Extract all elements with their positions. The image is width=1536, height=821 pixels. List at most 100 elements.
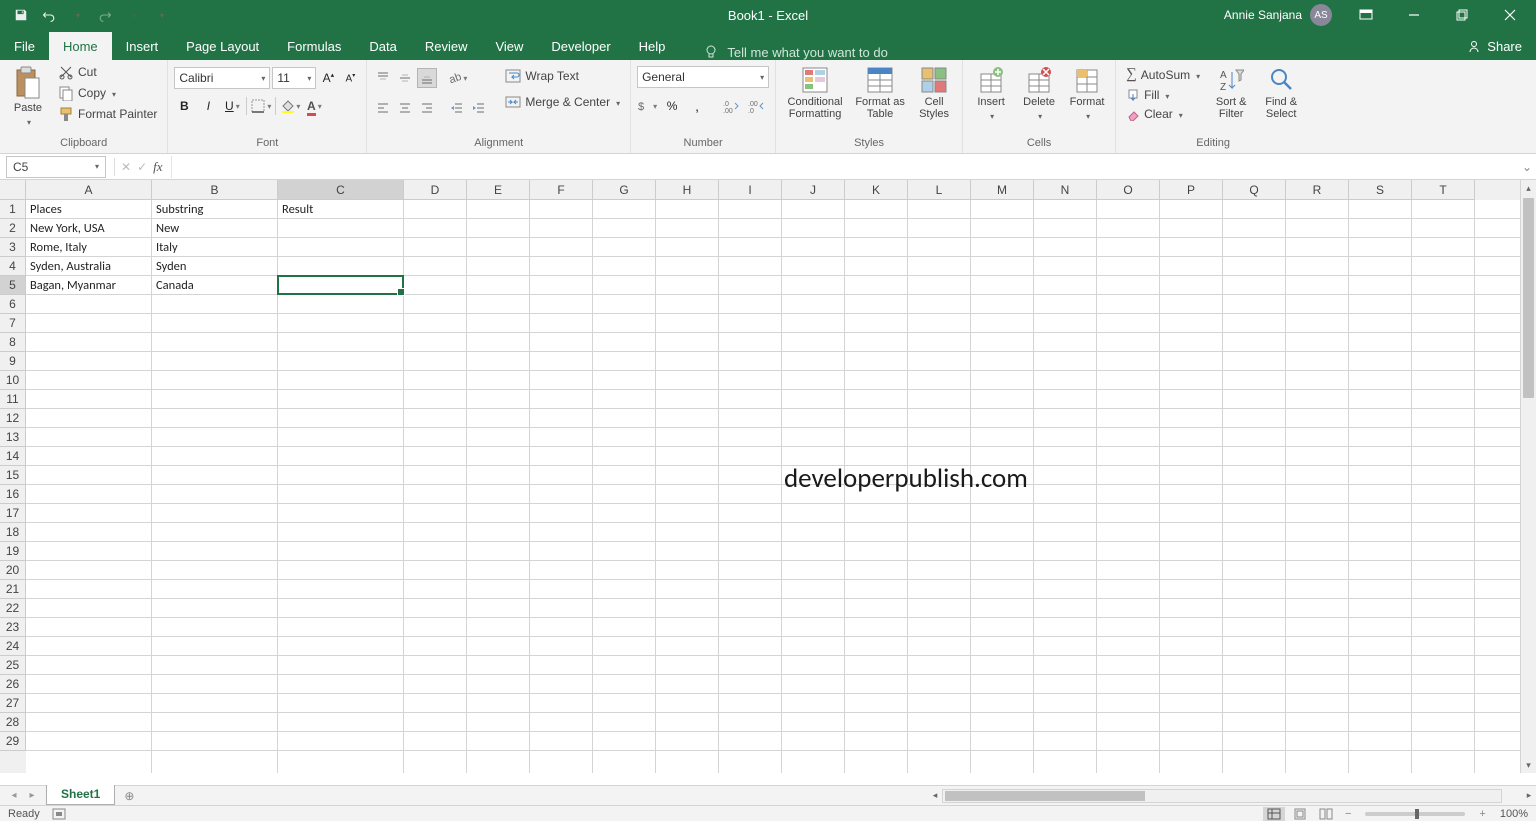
cell-A1[interactable]: Places [26, 200, 152, 219]
close-button[interactable] [1488, 0, 1532, 30]
row-header-18[interactable]: 18 [0, 523, 26, 542]
align-middle-button[interactable] [395, 68, 415, 88]
cancel-formula-button[interactable]: ✕ [121, 160, 131, 174]
copy-button[interactable]: Copy [54, 83, 161, 103]
align-center-button[interactable] [395, 98, 415, 118]
column-header-H[interactable]: H [656, 180, 719, 200]
row-header-10[interactable]: 10 [0, 371, 26, 390]
italic-button[interactable]: I [198, 96, 218, 116]
cells-area[interactable]: PlacesSubstringResultNew York, USANewRom… [26, 200, 1520, 773]
user-name[interactable]: Annie Sanjana [1224, 8, 1302, 22]
row-header-1[interactable]: 1 [0, 200, 26, 219]
qat-customize[interactable] [148, 2, 174, 28]
clear-button[interactable]: Clear [1122, 105, 1204, 123]
underline-button[interactable]: U [222, 96, 242, 116]
sheet-nav-next[interactable]: ▸ [24, 788, 40, 804]
column-header-J[interactable]: J [782, 180, 845, 200]
scroll-up-arrow[interactable]: ▴ [1521, 180, 1536, 196]
cell-B1[interactable]: Substring [152, 200, 278, 219]
column-header-A[interactable]: A [26, 180, 152, 200]
scroll-right-arrow[interactable]: ▸ [1522, 789, 1536, 803]
sheet-tab-sheet1[interactable]: Sheet1 [46, 785, 115, 805]
column-header-K[interactable]: K [845, 180, 908, 200]
row-header-29[interactable]: 29 [0, 732, 26, 751]
delete-cell-button[interactable]: Delete [1017, 62, 1061, 122]
minimize-button[interactable] [1392, 0, 1436, 30]
row-header-19[interactable]: 19 [0, 542, 26, 561]
decrease-decimal-button[interactable]: .00.0 [746, 96, 766, 116]
row-header-20[interactable]: 20 [0, 561, 26, 580]
row-header-26[interactable]: 26 [0, 675, 26, 694]
cell-B3[interactable]: Italy [152, 238, 278, 257]
share-button[interactable]: Share [1453, 32, 1536, 60]
wrap-text-button[interactable]: Wrap Text [501, 66, 624, 86]
tab-data[interactable]: Data [355, 32, 410, 60]
row-header-6[interactable]: 6 [0, 295, 26, 314]
tab-page-layout[interactable]: Page Layout [172, 32, 273, 60]
format-painter-button[interactable]: Format Painter [54, 104, 161, 124]
column-header-I[interactable]: I [719, 180, 782, 200]
expand-formula-bar-button[interactable]: ⌄ [1518, 160, 1536, 174]
cell-B5[interactable]: Canada [152, 276, 278, 295]
comma-format-button[interactable]: , [687, 96, 707, 116]
cell-A4[interactable]: Syden, Australia [26, 257, 152, 276]
conditional-formatting-button[interactable]: Conditional Formatting [782, 62, 848, 120]
select-all-corner[interactable] [0, 180, 26, 200]
row-header-15[interactable]: 15 [0, 466, 26, 485]
zoom-level[interactable]: 100% [1500, 808, 1528, 820]
column-header-P[interactable]: P [1160, 180, 1223, 200]
align-bottom-button[interactable] [417, 68, 437, 88]
row-header-8[interactable]: 8 [0, 333, 26, 352]
column-header-F[interactable]: F [530, 180, 593, 200]
align-left-button[interactable] [373, 98, 393, 118]
add-sheet-button[interactable]: ⊕ [119, 786, 139, 806]
tab-help[interactable]: Help [625, 32, 680, 60]
maximize-button[interactable] [1440, 0, 1484, 30]
row-header-23[interactable]: 23 [0, 618, 26, 637]
column-header-D[interactable]: D [404, 180, 467, 200]
tab-home[interactable]: Home [49, 32, 112, 60]
cut-button[interactable]: Cut [54, 62, 161, 82]
tab-developer[interactable]: Developer [537, 32, 624, 60]
sheet-nav-prev[interactable]: ◂ [6, 788, 22, 804]
number-format-combo[interactable]: General ▾ [637, 66, 769, 88]
undo-dropdown[interactable] [64, 2, 90, 28]
undo-button[interactable] [36, 2, 62, 28]
borders-button[interactable] [251, 96, 271, 116]
column-header-M[interactable]: M [971, 180, 1034, 200]
column-header-S[interactable]: S [1349, 180, 1412, 200]
column-header-Q[interactable]: Q [1223, 180, 1286, 200]
cell-A2[interactable]: New York, USA [26, 219, 152, 238]
merge-center-button[interactable]: Merge & Center [501, 92, 624, 112]
tab-review[interactable]: Review [411, 32, 482, 60]
row-header-28[interactable]: 28 [0, 713, 26, 732]
enter-formula-button[interactable]: ✓ [137, 160, 147, 174]
insert-function-button[interactable]: fx [153, 159, 162, 175]
row-header-11[interactable]: 11 [0, 390, 26, 409]
fill-button[interactable]: Fill [1122, 86, 1204, 104]
orientation-button[interactable]: ab [447, 68, 467, 88]
percent-format-button[interactable]: % [662, 96, 682, 116]
font-name-combo[interactable]: Calibri ▾ [174, 67, 270, 89]
column-header-O[interactable]: O [1097, 180, 1160, 200]
increase-decimal-button[interactable]: .0.00 [721, 96, 741, 116]
row-header-17[interactable]: 17 [0, 504, 26, 523]
align-right-button[interactable] [417, 98, 437, 118]
autosum-button[interactable]: ∑ AutoSum [1122, 64, 1204, 85]
row-header-24[interactable]: 24 [0, 637, 26, 656]
row-header-9[interactable]: 9 [0, 352, 26, 371]
font-size-combo[interactable]: 11 ▾ [272, 67, 316, 89]
row-header-12[interactable]: 12 [0, 409, 26, 428]
row-header-27[interactable]: 27 [0, 694, 26, 713]
row-header-2[interactable]: 2 [0, 219, 26, 238]
row-header-22[interactable]: 22 [0, 599, 26, 618]
row-header-4[interactable]: 4 [0, 257, 26, 276]
column-header-E[interactable]: E [467, 180, 530, 200]
row-header-13[interactable]: 13 [0, 428, 26, 447]
tab-file[interactable]: File [0, 32, 49, 60]
column-header-G[interactable]: G [593, 180, 656, 200]
tab-view[interactable]: View [481, 32, 537, 60]
increase-indent-button[interactable] [469, 98, 489, 118]
column-header-L[interactable]: L [908, 180, 971, 200]
ribbon-display-options[interactable] [1344, 0, 1388, 30]
